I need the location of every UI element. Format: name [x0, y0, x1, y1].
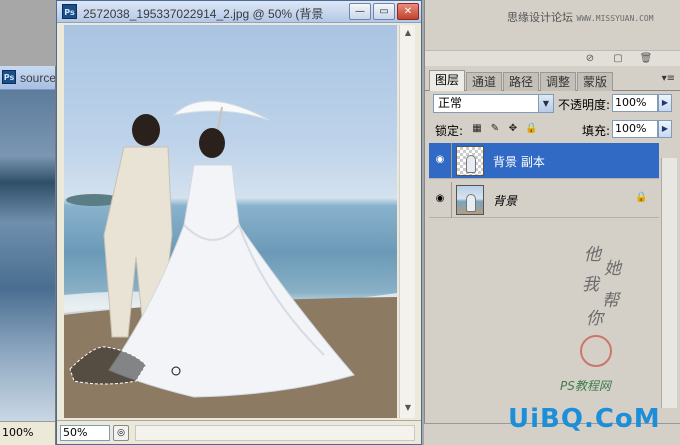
minimize-button[interactable]: —: [349, 3, 371, 20]
layers-scrollbar[interactable]: [661, 158, 677, 408]
image-canvas[interactable]: [64, 25, 397, 418]
source-canvas[interactable]: [0, 90, 55, 421]
fill-slider-icon[interactable]: ▶: [658, 120, 672, 138]
site-logo: UiBQ.CoM: [508, 404, 661, 434]
watermark-text: 思缘设计论坛: [507, 11, 573, 24]
wedding-photo: [64, 100, 397, 418]
lock-all-icon[interactable]: 🔒: [525, 123, 537, 135]
layer-thumbnail: [456, 146, 484, 176]
watermark: 思缘设计论坛 WWW.MISSYUAN.COM: [507, 9, 654, 25]
seal-stamp-icon: [580, 335, 612, 367]
layer-name: 背景: [493, 194, 518, 208]
source-document-window[interactable]: Ps source 100%: [0, 66, 56, 445]
layer-row[interactable]: ◉ 背景 🔒: [429, 182, 659, 218]
opacity-label: 不透明度:: [558, 98, 611, 112]
chevron-down-icon[interactable]: ▼: [538, 95, 553, 112]
opacity-field[interactable]: 100%: [612, 94, 658, 112]
panel-menu-icon[interactable]: ▾≡: [662, 73, 675, 84]
lock-label: 锁定:: [435, 124, 464, 138]
source-zoom[interactable]: 100%: [2, 426, 33, 439]
trash-icon[interactable]: 🗑: [639, 52, 653, 65]
document-status-bar: 50% ◎: [57, 420, 421, 444]
zoom-field[interactable]: 50%: [60, 425, 110, 441]
lock-position-icon[interactable]: ✥: [507, 123, 519, 135]
new-snapshot-icon[interactable]: ▢: [611, 52, 625, 65]
layer-thumbnail: [456, 185, 484, 215]
photoshop-icon: Ps: [62, 4, 77, 19]
divider: [451, 143, 452, 179]
blend-mode-value: 正常: [438, 96, 463, 110]
source-title-bar[interactable]: Ps source: [0, 66, 56, 90]
opacity-slider-icon[interactable]: ▶: [658, 94, 672, 112]
restore-button[interactable]: ▭: [373, 3, 395, 20]
fill-field[interactable]: 100%: [612, 120, 658, 138]
calligraphy-decoration: 他 她 我 帮 你: [578, 240, 638, 400]
close-button[interactable]: ✕: [397, 3, 419, 20]
tab-channels[interactable]: 通道: [466, 72, 502, 91]
scroll-up-icon[interactable]: ▲: [402, 27, 414, 39]
bride-head: [199, 128, 225, 158]
eye-icon[interactable]: ◉: [433, 153, 447, 167]
upper-panel: 思缘设计论坛 WWW.MISSYUAN.COM ⊘ ▢ 🗑: [424, 0, 680, 66]
panel-tabs: 图层 通道 路径 调整 蒙版 ▾≡: [425, 70, 680, 91]
calligraphy-char: 你: [586, 309, 603, 329]
lock-icon: 🔒: [635, 192, 648, 203]
upper-panel-footer: ⊘ ▢ 🗑: [425, 50, 680, 66]
blend-mode-select[interactable]: 正常 ▼: [433, 94, 554, 113]
vertical-scrollbar[interactable]: ▲ ▼: [399, 25, 415, 418]
source-title: source: [20, 71, 56, 85]
groom-head: [132, 114, 160, 146]
layer-name: 背景 副本: [493, 155, 545, 169]
eye-icon[interactable]: ◉: [433, 192, 447, 206]
status-menu-icon[interactable]: ◎: [113, 425, 129, 441]
calligraphy-char: 他: [584, 245, 601, 265]
document-title-bar[interactable]: Ps 2572038_195337022914_2.jpg @ 50% (背景 …: [57, 1, 421, 23]
fill-label: 填充:: [582, 124, 611, 138]
source-status-bar: 100%: [0, 421, 55, 445]
scroll-down-icon[interactable]: ▼: [402, 402, 414, 414]
layers-panel: 图层 通道 路径 调整 蒙版 ▾≡ 正常 ▼ 不透明度: 100% ▶ 锁定: …: [424, 66, 680, 445]
lock-transparency-icon[interactable]: ▦: [471, 123, 483, 135]
divider: [451, 182, 452, 218]
document-window[interactable]: Ps 2572038_195337022914_2.jpg @ 50% (背景 …: [56, 0, 422, 445]
layer-row[interactable]: ◉ 背景 副本: [429, 143, 659, 179]
watermark-site: WWW.MISSYUAN.COM: [576, 14, 654, 23]
tab-masks[interactable]: 蒙版: [577, 72, 613, 91]
calligraphy-char: 帮: [602, 291, 619, 311]
lock-pixels-icon[interactable]: ✎: [489, 123, 501, 135]
calligraphy-char: 她: [604, 259, 621, 279]
document-title: 2572038_195337022914_2.jpg @ 50% (背景 副本.…: [83, 7, 323, 21]
tab-layers[interactable]: 图层: [429, 70, 465, 91]
calligraphy-char: 我: [582, 275, 599, 295]
tab-paths[interactable]: 路径: [503, 72, 539, 91]
horizontal-scrollbar[interactable]: [135, 425, 415, 441]
delete-state-icon[interactable]: ⊘: [583, 52, 597, 65]
decoration-caption: PS教程网: [560, 379, 611, 393]
tab-adjustments[interactable]: 调整: [540, 72, 576, 91]
photoshop-icon: Ps: [2, 70, 16, 84]
